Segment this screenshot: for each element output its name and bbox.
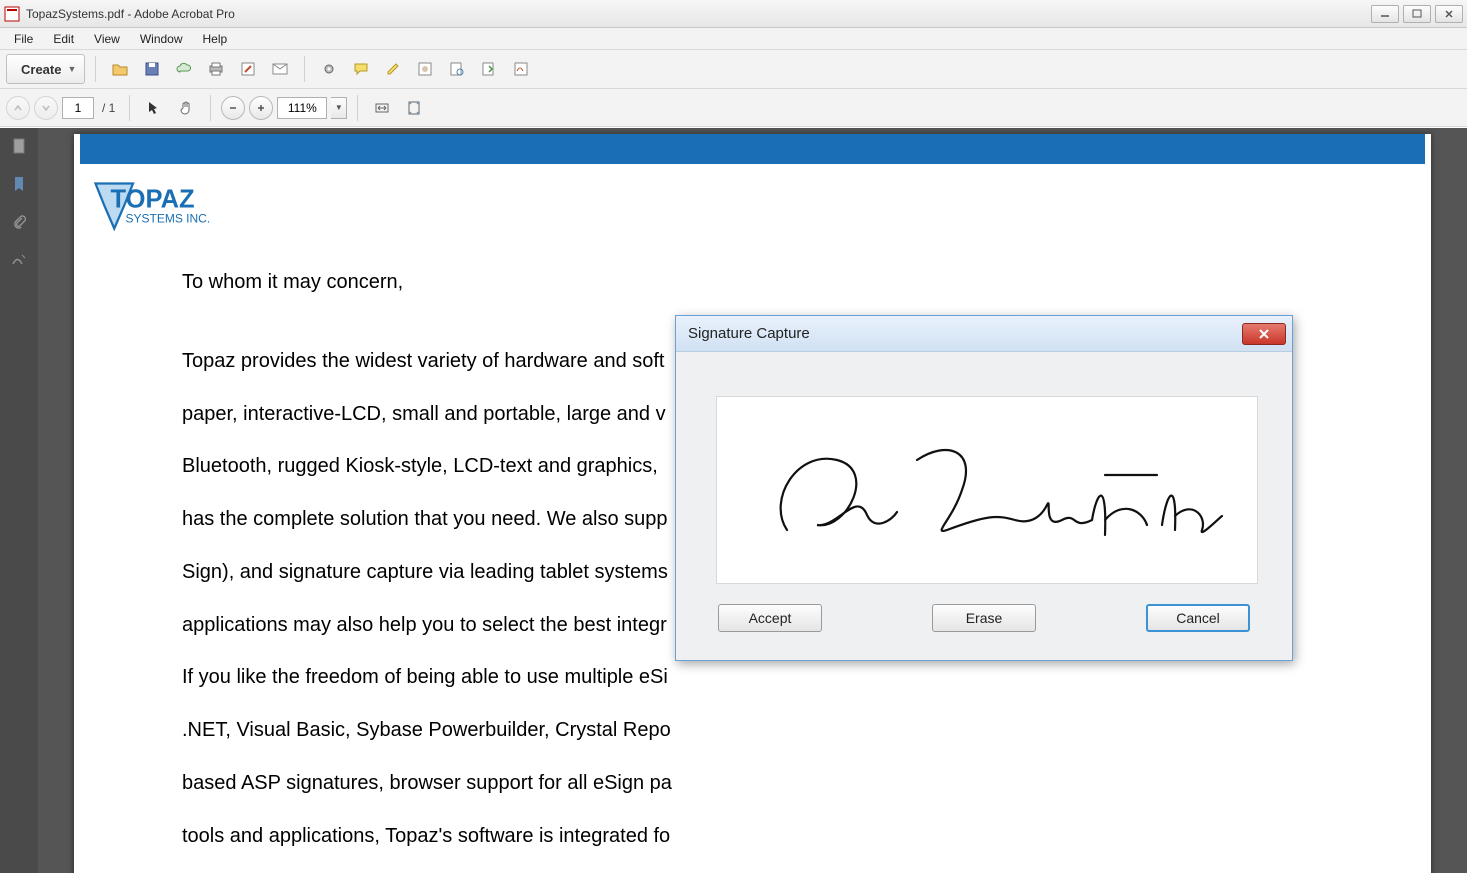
title-appname: Adobe Acrobat Pro bbox=[134, 7, 235, 21]
navigation-toolbar: / 1 ▼ bbox=[0, 89, 1467, 127]
hand-tool-icon[interactable] bbox=[172, 94, 200, 122]
doc-salutation: To whom it may concern, bbox=[182, 269, 1431, 295]
signature-capture-dialog: Signature Capture Accept Erase Cancel bbox=[675, 315, 1293, 661]
attachments-icon[interactable] bbox=[7, 210, 31, 234]
fit-width-icon[interactable] bbox=[368, 94, 396, 122]
page-thumbnails-icon[interactable] bbox=[7, 134, 31, 158]
bookmarks-icon[interactable] bbox=[7, 172, 31, 196]
dialog-button-row: Accept Erase Cancel bbox=[676, 604, 1292, 632]
search-document-icon[interactable] bbox=[443, 55, 471, 83]
menu-view[interactable]: View bbox=[84, 30, 130, 48]
accept-button[interactable]: Accept bbox=[718, 604, 822, 632]
print-icon[interactable] bbox=[202, 55, 230, 83]
open-icon[interactable] bbox=[106, 55, 134, 83]
close-window-button[interactable] bbox=[1435, 5, 1463, 23]
zoom-out-button[interactable] bbox=[221, 96, 245, 120]
page-up-button[interactable] bbox=[6, 96, 30, 120]
side-panel bbox=[0, 128, 38, 873]
page-down-button[interactable] bbox=[34, 96, 58, 120]
zoom-dropdown-button[interactable]: ▼ bbox=[331, 97, 347, 119]
page-number-input[interactable] bbox=[62, 97, 94, 119]
create-label: Create bbox=[21, 62, 61, 77]
email-icon[interactable] bbox=[266, 55, 294, 83]
signatures-panel-icon[interactable] bbox=[7, 248, 31, 272]
chevron-down-icon: ▼ bbox=[67, 64, 76, 74]
menu-help[interactable]: Help bbox=[193, 30, 238, 48]
minimize-button[interactable] bbox=[1371, 5, 1399, 23]
main-toolbar: Create ▼ bbox=[0, 50, 1467, 89]
zoom-in-button[interactable] bbox=[249, 96, 273, 120]
selection-tool-icon[interactable] bbox=[140, 94, 168, 122]
signature-canvas[interactable] bbox=[716, 396, 1258, 584]
header-bar bbox=[80, 134, 1425, 164]
cancel-button[interactable]: Cancel bbox=[1146, 604, 1250, 632]
fit-page-icon[interactable] bbox=[400, 94, 428, 122]
erase-button[interactable]: Erase bbox=[932, 604, 1036, 632]
svg-text:TOPAZ: TOPAZ bbox=[111, 186, 195, 214]
menu-window[interactable]: Window bbox=[130, 30, 193, 48]
save-icon[interactable] bbox=[138, 55, 166, 83]
dialog-close-button[interactable] bbox=[1242, 323, 1286, 345]
export-icon[interactable] bbox=[475, 55, 503, 83]
topaz-logo: TOPAZ SYSTEMS INC. bbox=[88, 176, 238, 236]
edit-icon[interactable] bbox=[234, 55, 262, 83]
window-titlebar: TopazSystems.pdf - Adobe Acrobat Pro bbox=[0, 0, 1467, 28]
title-filename: TopazSystems.pdf bbox=[26, 7, 124, 21]
cloud-icon[interactable] bbox=[170, 55, 198, 83]
stamp-icon[interactable] bbox=[411, 55, 439, 83]
comment-icon[interactable] bbox=[347, 55, 375, 83]
highlight-icon[interactable] bbox=[379, 55, 407, 83]
sign-icon[interactable] bbox=[507, 55, 535, 83]
app-icon bbox=[4, 6, 20, 22]
window-title: TopazSystems.pdf - Adobe Acrobat Pro bbox=[26, 7, 235, 21]
dialog-titlebar[interactable]: Signature Capture bbox=[676, 316, 1292, 352]
svg-text:SYSTEMS INC.: SYSTEMS INC. bbox=[126, 212, 211, 226]
menu-file[interactable]: File bbox=[4, 30, 43, 48]
zoom-level-input[interactable] bbox=[277, 97, 327, 119]
dialog-title: Signature Capture bbox=[688, 325, 810, 342]
create-button[interactable]: Create ▼ bbox=[6, 54, 85, 84]
menu-bar: File Edit View Window Help bbox=[0, 28, 1467, 50]
maximize-button[interactable] bbox=[1403, 5, 1431, 23]
menu-edit[interactable]: Edit bbox=[43, 30, 84, 48]
gear-icon[interactable] bbox=[315, 55, 343, 83]
page-total: / 1 bbox=[102, 101, 115, 115]
